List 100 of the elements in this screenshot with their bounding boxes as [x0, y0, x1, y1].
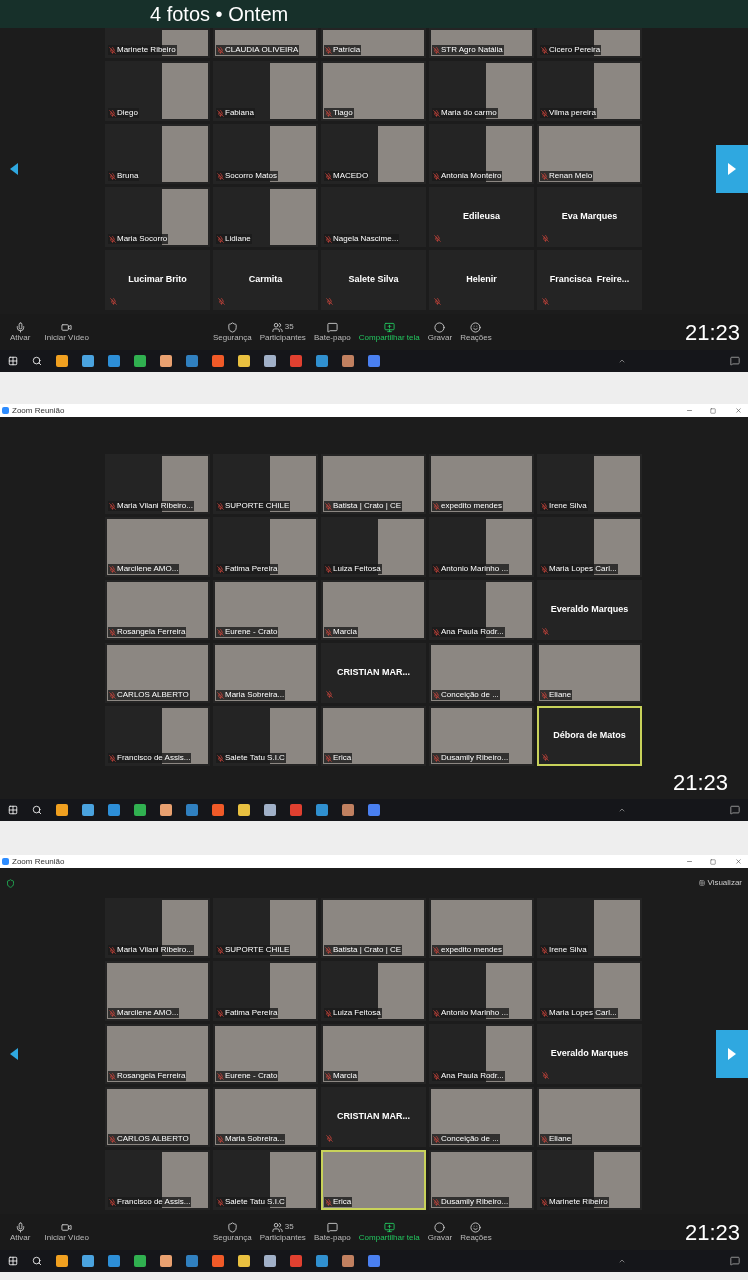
app-icon[interactable]: [316, 1255, 328, 1267]
participant-tile[interactable]: Patrícia: [321, 28, 426, 58]
app-icon[interactable]: [264, 1255, 276, 1267]
maximize-icon[interactable]: [710, 858, 716, 865]
previous-page-arrow[interactable]: [10, 1048, 18, 1060]
participant-tile[interactable]: Eurene - Crato: [213, 580, 318, 640]
participant-tile[interactable]: Maria Socorro: [105, 187, 210, 247]
participant-tile[interactable]: Dusamily Ribeiro...: [429, 1150, 534, 1210]
app-icon[interactable]: [56, 1255, 68, 1267]
participant-tile[interactable]: Maria Vilani Ribeiro...: [105, 898, 210, 958]
notification-icon[interactable]: [730, 1256, 740, 1266]
participant-tile[interactable]: Lidiane: [213, 187, 318, 247]
participant-tile[interactable]: Francisco de Assis...: [105, 706, 210, 766]
chevron-up-icon[interactable]: [618, 1257, 626, 1265]
reactions-toolbar-button[interactable]: Reações: [458, 321, 494, 343]
participant-tile[interactable]: Marcia: [321, 1024, 426, 1084]
participant-tile[interactable]: SUPORTE CHILE: [213, 898, 318, 958]
participant-tile[interactable]: Dusamily Ribeiro...: [429, 706, 534, 766]
app-icon[interactable]: [212, 804, 224, 816]
participant-tile[interactable]: Marinete Ribeiro: [537, 1150, 642, 1210]
app-icon[interactable]: [290, 1255, 302, 1267]
participant-tile[interactable]: Maria Lopes Carl...: [537, 517, 642, 577]
app-icon[interactable]: [82, 804, 94, 816]
app-icon[interactable]: [368, 355, 380, 367]
participant-tile[interactable]: Irene Silva: [537, 454, 642, 514]
participant-tile[interactable]: Marcilene AMO...: [105, 517, 210, 577]
app-icon[interactable]: [212, 355, 224, 367]
app-icon[interactable]: [134, 804, 146, 816]
app-icon[interactable]: [160, 355, 172, 367]
participant-tile[interactable]: Eliane: [537, 1087, 642, 1147]
participant-tile[interactable]: Edileusa: [429, 187, 534, 247]
chat-toolbar-button[interactable]: Bate-papo: [311, 1221, 353, 1243]
participants-toolbar-button[interactable]: 35 Participantes: [257, 321, 308, 343]
share-toolbar-button[interactable]: Compartilhar tela: [356, 1221, 422, 1243]
participant-tile[interactable]: Salete Tatu S.I.C: [213, 706, 318, 766]
participant-tile[interactable]: Maria Vilani Ribeiro...: [105, 454, 210, 514]
app-icon[interactable]: [342, 804, 354, 816]
app-icon[interactable]: [56, 355, 68, 367]
participant-tile[interactable]: Débora de Matos: [537, 706, 642, 766]
participant-tile[interactable]: CRISTIAN MAR...: [321, 1087, 426, 1147]
minimize-icon[interactable]: [686, 407, 693, 414]
app-icon[interactable]: [290, 804, 302, 816]
participant-tile[interactable]: Luiza Feitosa: [321, 961, 426, 1021]
video-toolbar-button[interactable]: Iniciar Vídeo: [42, 321, 91, 343]
reactions-toolbar-button[interactable]: Reações: [458, 1221, 494, 1243]
participant-tile[interactable]: SUPORTE CHILE: [213, 454, 318, 514]
participant-tile[interactable]: Irene Silva: [537, 898, 642, 958]
participant-tile[interactable]: Luiza Feitosa: [321, 517, 426, 577]
participant-tile[interactable]: Fabiana: [213, 61, 318, 121]
mic-toolbar-button[interactable]: Ativar: [8, 1221, 33, 1243]
share-toolbar-button[interactable]: Compartilhar tela: [356, 321, 422, 343]
app-icon[interactable]: [316, 355, 328, 367]
participant-tile[interactable]: Carmita: [213, 250, 318, 310]
participant-tile[interactable]: Helenir: [429, 250, 534, 310]
app-icon[interactable]: [186, 804, 198, 816]
participant-tile[interactable]: Rosangela Ferreira: [105, 580, 210, 640]
participant-tile[interactable]: Marinete Ribeiro: [105, 28, 210, 58]
participant-tile[interactable]: Salete Tatu S.I.C: [213, 1150, 318, 1210]
participant-tile[interactable]: Diego: [105, 61, 210, 121]
participant-tile[interactable]: Maria do carmo: [429, 61, 534, 121]
app-icon[interactable]: [134, 355, 146, 367]
participant-tile[interactable]: Lucimar Brito: [105, 250, 210, 310]
participant-tile[interactable]: Salete Silva: [321, 250, 426, 310]
search-icon[interactable]: [32, 1256, 42, 1266]
notification-icon[interactable]: [730, 805, 740, 815]
participant-tile[interactable]: CLAUDIA OLIVEIRA: [213, 28, 318, 58]
record-toolbar-button[interactable]: Gravar: [425, 321, 455, 343]
close-icon[interactable]: [735, 858, 742, 865]
participant-tile[interactable]: Socorro Matos: [213, 124, 318, 184]
windows-start-icon[interactable]: [8, 1256, 18, 1266]
app-icon[interactable]: [264, 355, 276, 367]
app-icon[interactable]: [108, 1255, 120, 1267]
app-icon[interactable]: [186, 1255, 198, 1267]
app-icon[interactable]: [108, 804, 120, 816]
participant-tile[interactable]: Marcia: [321, 580, 426, 640]
video-toolbar-button[interactable]: Iniciar Vídeo: [42, 1221, 91, 1243]
app-icon[interactable]: [186, 355, 198, 367]
close-icon[interactable]: [735, 407, 742, 414]
participant-tile[interactable]: Everaldo Marques: [537, 580, 642, 640]
chevron-up-icon[interactable]: [618, 806, 626, 814]
app-icon[interactable]: [212, 1255, 224, 1267]
app-icon[interactable]: [108, 355, 120, 367]
app-icon[interactable]: [264, 804, 276, 816]
participant-tile[interactable]: Maria Lopes Carl...: [537, 961, 642, 1021]
participant-tile[interactable]: Everaldo Marques: [537, 1024, 642, 1084]
participant-tile[interactable]: Batista | Crato | CE: [321, 898, 426, 958]
participant-tile[interactable]: Eurene - Crato: [213, 1024, 318, 1084]
participant-tile[interactable]: Eliane: [537, 643, 642, 703]
maximize-icon[interactable]: [710, 407, 716, 414]
participant-tile[interactable]: Rosangela Ferreira: [105, 1024, 210, 1084]
security-toolbar-button[interactable]: Segurança: [210, 1221, 254, 1243]
participant-tile[interactable]: STR Agro Natália: [429, 28, 534, 58]
app-icon[interactable]: [160, 804, 172, 816]
participant-tile[interactable]: Nagela Nascime...: [321, 187, 426, 247]
next-page-button[interactable]: [716, 1030, 748, 1078]
participant-tile[interactable]: Bruna: [105, 124, 210, 184]
participant-tile[interactable]: Ana Paula Rodr...: [429, 1024, 534, 1084]
participant-tile[interactable]: expedito mendes: [429, 898, 534, 958]
app-icon[interactable]: [342, 355, 354, 367]
app-icon[interactable]: [82, 1255, 94, 1267]
